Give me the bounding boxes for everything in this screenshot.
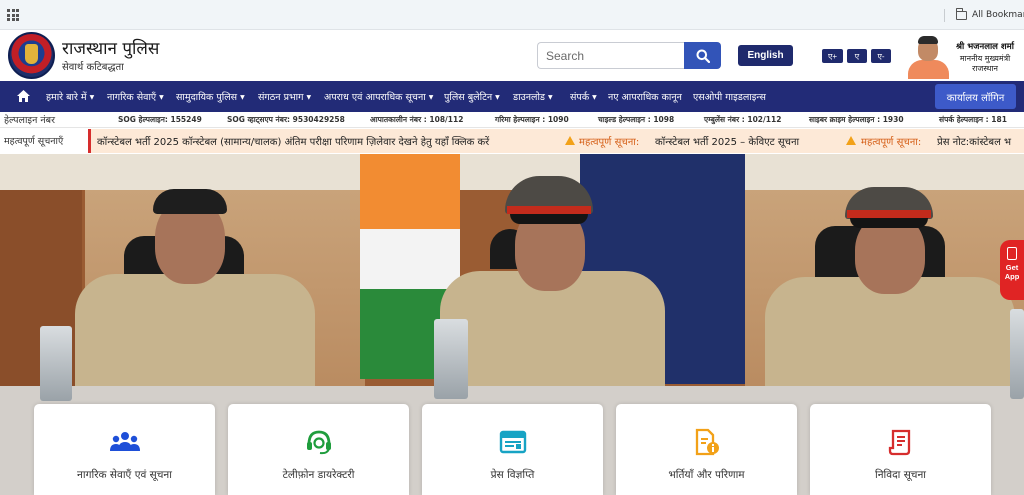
search-input[interactable] <box>537 42 684 69</box>
notice-ticker: महत्वपूर्ण सूचनाएँ कॉन्स्टेबल भर्ती 2025… <box>0 128 1024 154</box>
rajasthan-police-logo[interactable] <box>8 32 55 79</box>
officer-center <box>440 176 665 421</box>
nav-label: हमारे बारे में <box>46 92 87 103</box>
caret-down-icon: ▼ <box>159 94 164 101</box>
font-increase-button[interactable]: ए+ <box>822 49 843 63</box>
nav-label: नए आपराधिक कानून <box>608 92 682 103</box>
helpline-item: गरिमा हेल्पलाइन : 1090 <box>495 115 569 124</box>
font-normal-button[interactable]: ए <box>847 49 867 63</box>
helpline-label: हेल्पलाइन नंबर <box>4 115 55 126</box>
site-header: राजस्थान पुलिस सेवार्थ कटिबद्धता English… <box>0 30 1024 81</box>
nav-organization[interactable]: संगठन प्रभाग ▼ <box>258 90 311 103</box>
warning-icon <box>846 136 856 145</box>
notice-track: कॉन्स्टेबल भर्ती 2025 कॉन्स्टेबल (सामान्… <box>88 129 1024 153</box>
card-label: भर्तियाँ और परिणाम <box>668 469 745 481</box>
officer-right <box>765 182 1015 417</box>
helpline-item: संपर्क हेल्पलाइन : 181 <box>939 115 1007 124</box>
nav-label: संगठन प्रभाग <box>258 92 304 103</box>
helpline-item: SOG हेल्पलाइन: 155249 <box>118 115 202 124</box>
headset-icon <box>304 429 334 455</box>
caret-down-icon: ▼ <box>495 94 500 101</box>
caret-down-icon: ▼ <box>306 94 312 101</box>
nav-label: सामुदायिक पुलिस <box>176 92 238 103</box>
all-bookmarks-label: All Bookmarks <box>972 10 1024 20</box>
notice-tag: महत्वपूर्ण सूचना: <box>861 137 922 148</box>
notice-link[interactable]: कॉन्स्टेबल भर्ती 2025 – केविएट सूचना <box>655 134 799 148</box>
office-login-button[interactable]: कार्यालय लॉगिन <box>935 84 1016 109</box>
nav-label: पुलिस बुलेटिन <box>444 92 493 103</box>
helpline-item: एम्बुलेंस नंबर : 102/112 <box>704 115 782 124</box>
home-icon[interactable] <box>16 89 31 103</box>
get-app-tab[interactable]: Get App <box>1000 240 1024 300</box>
card-label: नागरिक सेवाएँ एवं सूचना <box>77 469 172 481</box>
card-tender-notice[interactable]: निविदा सूचना <box>810 404 991 495</box>
mobile-app-icon <box>1007 247 1017 260</box>
helpline-item: SOG व्हाट्सएप नंबर: 9530429258 <box>227 115 345 124</box>
helpline-ticker: हेल्पलाइन नंबर SOG हेल्पलाइन: 155249 SOG… <box>0 112 1024 128</box>
site-tagline: सेवार्थ कटिबद्धता <box>62 62 124 73</box>
main-navigation: हमारे बारे में ▼ नागरिक सेवाएँ ▼ सामुदायिक… <box>0 81 1024 112</box>
apps-grid-icon[interactable] <box>7 9 19 21</box>
nav-crime-info[interactable]: अपराध एवं आपराधिक सूचना ▼ <box>324 90 433 103</box>
chief-minister-photo <box>907 34 950 79</box>
nav-label: नागरिक सेवाएँ <box>107 92 157 103</box>
caret-down-icon: ▼ <box>240 94 245 101</box>
language-toggle-button[interactable]: English <box>738 45 793 66</box>
helpline-item: चाइल्ड हेल्पलाइन : 1098 <box>598 115 675 124</box>
caret-down-icon: ▼ <box>592 94 597 101</box>
caret-down-icon: ▼ <box>428 94 434 101</box>
card-press-release[interactable]: प्रेस विज्ञप्ति <box>422 404 603 495</box>
card-label: प्रेस विज्ञप्ति <box>490 469 535 481</box>
caret-down-icon: ▼ <box>89 94 95 101</box>
nav-download[interactable]: डाउनलोड ▼ <box>513 90 553 103</box>
card-label: टेलीफ़ोन डायरेक्टरी <box>282 469 355 481</box>
notice-label: महत्वपूर्ण सूचनाएँ <box>4 136 64 147</box>
helpline-item: साइबर क्राइम हेल्पलाइन : 1930 <box>809 115 904 124</box>
bookmarks-bar: All Bookmarks <box>0 0 1024 30</box>
card-recruitment-results[interactable]: भर्तियाँ और परिणाम <box>616 404 797 495</box>
officer-left <box>75 184 315 424</box>
nav-sop-guidelines[interactable]: एसओपी गाइडलाइन्स <box>693 90 766 103</box>
get-app-line1: Get <box>1005 263 1019 272</box>
bookmarks-divider <box>944 9 945 22</box>
cm-state: राजस्थान <box>972 64 998 73</box>
nav-citizen-services[interactable]: नागरिक सेवाएँ ▼ <box>107 90 164 103</box>
caret-down-icon: ▼ <box>548 94 553 101</box>
nav-label: अपराध एवं आपराधिक सूचना <box>324 92 426 103</box>
site-title[interactable]: राजस्थान पुलिस <box>62 36 159 59</box>
card-citizen-services[interactable]: नागरिक सेवाएँ एवं सूचना <box>34 404 215 495</box>
nav-label: संपर्क <box>570 92 590 103</box>
font-decrease-button[interactable]: ए- <box>871 49 891 63</box>
card-telephone-directory[interactable]: टेलीफ़ोन डायरेक्टरी <box>228 404 409 495</box>
search-icon <box>696 49 710 63</box>
nav-community-police[interactable]: सामुदायिक पुलिस ▼ <box>176 90 245 103</box>
get-app-line2: App <box>1004 272 1020 281</box>
nav-contact[interactable]: संपर्क ▼ <box>570 90 597 103</box>
tender-scroll-icon <box>886 429 916 456</box>
cm-name: श्री भजनलाल शर्मा <box>956 42 1014 52</box>
newspaper-icon <box>498 429 528 455</box>
all-bookmarks-button[interactable]: All Bookmarks <box>955 8 1024 22</box>
nav-label: डाउनलोड <box>513 92 546 103</box>
card-label: निविदा सूचना <box>874 469 927 481</box>
nav-label: एसओपी गाइडलाइन्स <box>693 92 766 103</box>
folder-icon <box>955 8 967 20</box>
notice-link[interactable]: प्रेस नोट:कांस्टेबल भ <box>937 134 1011 148</box>
document-info-icon <box>692 428 722 456</box>
helpline-item: आपातकालीन नंबर : 108/112 <box>370 115 464 124</box>
nav-new-criminal-laws[interactable]: नए आपराधिक कानून <box>608 90 682 103</box>
notice-tag: महत्वपूर्ण सूचना: <box>579 137 640 148</box>
notice-link[interactable]: कॉन्स्टेबल भर्ती 2025 कॉन्स्टेबल (सामान्… <box>97 134 489 148</box>
search-button[interactable] <box>684 42 721 69</box>
nav-about-us[interactable]: हमारे बारे में ▼ <box>46 90 94 103</box>
warning-icon <box>565 136 575 145</box>
nav-police-bulletin[interactable]: पुलिस बुलेटिन ▼ <box>444 90 500 103</box>
people-icon <box>110 429 140 455</box>
